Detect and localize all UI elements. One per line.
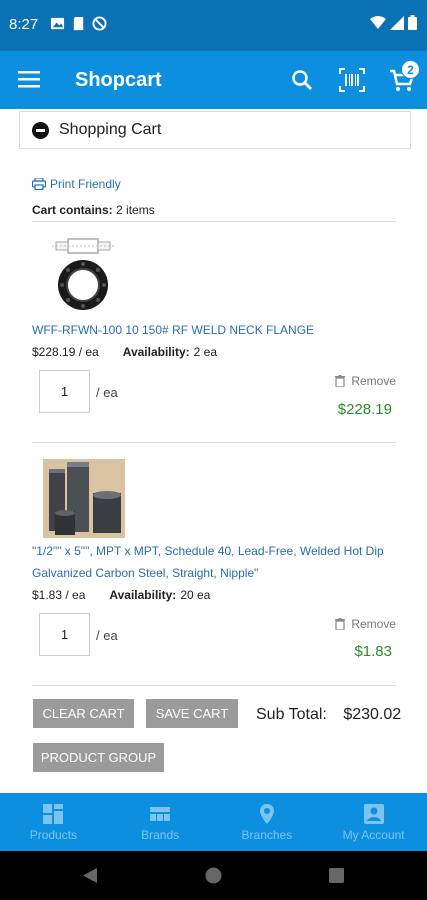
remove-button[interactable]: Remove [335, 617, 396, 631]
system-navigation-bar [0, 851, 427, 900]
nav-my-account[interactable]: My Account [320, 793, 427, 851]
availability-label: Availability: [109, 588, 177, 602]
remove-button[interactable]: Remove [335, 374, 396, 388]
line-total: $228.19 [337, 401, 392, 418]
status-system-icons [370, 15, 417, 30]
app-title: Shopcart [75, 69, 162, 91]
shopping-cart-header[interactable]: Shopping Cart [19, 111, 411, 149]
availability-value: 20 ea [180, 588, 211, 602]
remove-label: Remove [351, 374, 396, 388]
print-friendly-link[interactable]: Print Friendly [32, 177, 121, 191]
subtotal: Sub Total: $230.02 [256, 706, 401, 724]
unit-price: $228.19 / ea [32, 345, 99, 359]
section-title: Shopping Cart [59, 121, 162, 138]
app-bar: Shopcart [0, 51, 427, 109]
cart-contains-value: 2 items [116, 203, 155, 217]
nav-branches[interactable]: Branches [214, 793, 321, 851]
product-name-link[interactable]: "1/2"" x 5"", MPT x MPT, Schedule 40, Le… [32, 540, 402, 584]
cart-contains-label: Cart contains: [32, 203, 113, 217]
nipple-product-image[interactable] [43, 459, 125, 538]
status-bar: 8:27 [0, 0, 427, 51]
cart-contains: Cart contains: 2 items [32, 203, 155, 217]
divider [32, 221, 396, 222]
home-icon[interactable] [205, 867, 222, 884]
unit-label: / ea [96, 385, 118, 400]
printer-icon [32, 178, 46, 190]
status-time: 8:27 [9, 16, 39, 33]
trash-icon [335, 618, 346, 630]
status-notification-icons [50, 16, 107, 31]
signal-icon [390, 15, 404, 30]
nav-products[interactable]: Products [0, 793, 107, 851]
bottom-navigation: Products Brands Branches My Account [0, 793, 427, 851]
product-group-button[interactable]: PRODUCT GROUP [33, 743, 164, 772]
unit-price: $1.83 / ea [32, 588, 86, 602]
trash-icon [335, 375, 346, 387]
brands-icon [150, 807, 171, 821]
nav-label: Products [29, 828, 78, 842]
hamburger-menu-icon[interactable] [18, 69, 40, 89]
cart-count-badge: 2 [401, 60, 420, 79]
product-name-link[interactable]: WFF-RFWN-100 10 150# RF WELD NECK FLANGE [32, 319, 402, 341]
back-icon[interactable] [82, 867, 98, 884]
nav-label: Brands [141, 828, 180, 842]
print-friendly-label: Print Friendly [50, 177, 121, 191]
divider [32, 685, 396, 686]
account-icon [363, 804, 384, 824]
price-availability-row: $228.19 / ea Availability: 2 ea [32, 345, 217, 359]
save-cart-button[interactable]: SAVE CART [146, 699, 238, 728]
nav-brands[interactable]: Brands [107, 793, 214, 851]
quantity-input[interactable]: 1 [39, 370, 90, 413]
unit-label: / ea [96, 628, 118, 643]
barcode-scan-icon[interactable] [338, 66, 366, 94]
subtotal-value: $230.02 [343, 706, 402, 723]
blocked-icon [92, 16, 107, 31]
availability-value: 2 ea [193, 345, 218, 359]
location-pin-icon [259, 804, 274, 824]
availability-label: Availability: [122, 345, 190, 359]
grid-icon [43, 804, 64, 824]
nav-label: Branches [241, 828, 293, 842]
subtotal-label: Sub Total: [256, 706, 327, 723]
line-total: $1.83 [354, 643, 392, 660]
remove-label: Remove [351, 617, 396, 631]
collapse-icon [32, 121, 49, 139]
flange-product-image[interactable] [52, 235, 114, 311]
quantity-input[interactable]: 1 [39, 613, 90, 656]
sd-card-icon [73, 16, 84, 31]
recents-icon[interactable] [329, 868, 344, 883]
price-availability-row: $1.83 / ea Availability: 20 ea [32, 588, 210, 602]
search-icon[interactable] [290, 68, 314, 92]
wifi-icon [370, 15, 386, 29]
nav-label: My Account [342, 828, 405, 842]
battery-icon [408, 15, 417, 30]
clear-cart-button[interactable]: CLEAR CART [33, 699, 134, 728]
divider [32, 442, 396, 443]
image-notification-icon [50, 17, 65, 30]
